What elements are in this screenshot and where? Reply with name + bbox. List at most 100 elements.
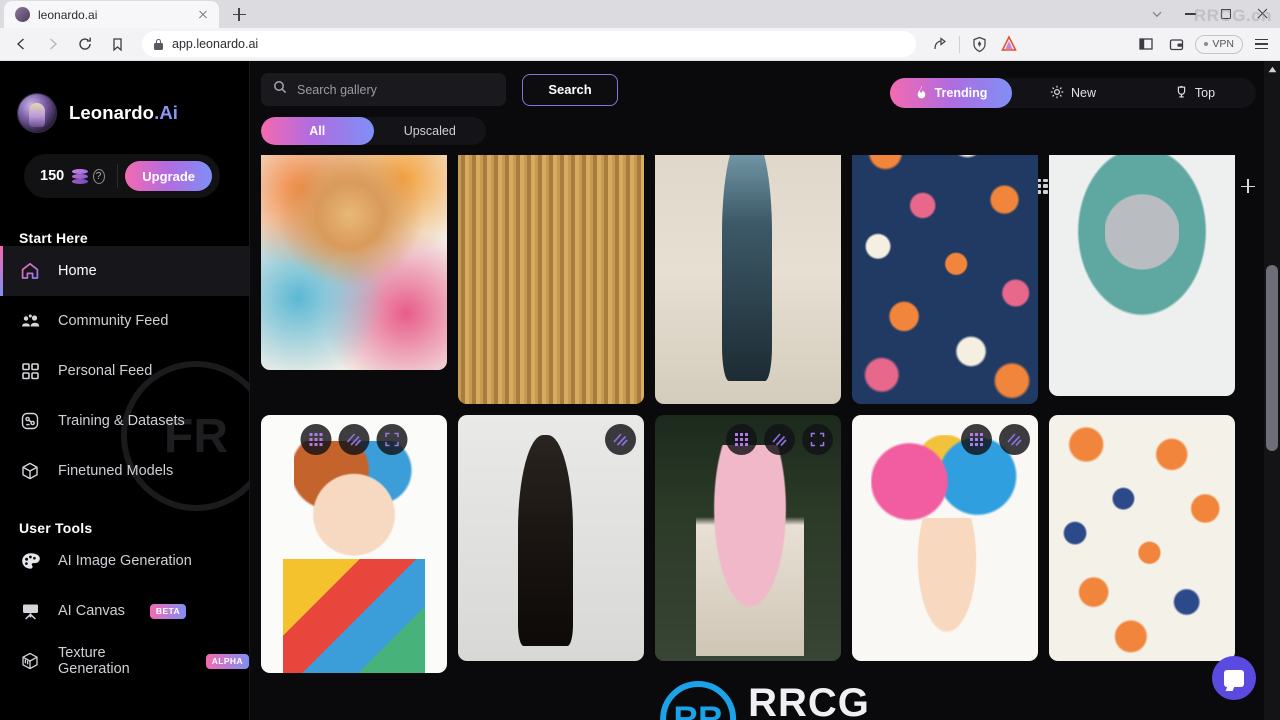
- bookmark-icon[interactable]: [102, 30, 132, 58]
- browser-tab[interactable]: leonardo.ai: [4, 1, 219, 28]
- vertical-scrollbar[interactable]: [1264, 61, 1280, 720]
- brave-shield-icon[interactable]: [965, 30, 993, 58]
- wallet-icon[interactable]: [1162, 30, 1190, 58]
- sort-tab-label: New: [1070, 86, 1096, 100]
- share-icon[interactable]: [926, 30, 954, 58]
- brave-logo-icon[interactable]: [995, 30, 1023, 58]
- chevron-down-icon[interactable]: [1142, 0, 1172, 28]
- variations-icon[interactable]: [999, 424, 1030, 455]
- vpn-status-dot: [1204, 42, 1209, 46]
- credits-amount: 150: [40, 168, 65, 184]
- gallery-card[interactable]: [261, 415, 447, 673]
- brand-name-suffix: .Ai: [154, 102, 179, 123]
- sort-tab-top[interactable]: Top: [1134, 78, 1256, 108]
- sidebar-item-ai-canvas[interactable]: AI Canvas BETA: [0, 586, 249, 636]
- sort-tab-trending[interactable]: Trending: [890, 78, 1012, 108]
- blue-orange-floral-pattern: [1049, 415, 1235, 661]
- vpn-badge[interactable]: VPN: [1195, 34, 1243, 54]
- filter-tab-all[interactable]: All: [261, 117, 374, 145]
- sidebar-item-label: Finetuned Models: [58, 463, 174, 479]
- reload-icon[interactable]: [70, 30, 100, 58]
- scrollbar-thumb[interactable]: [1266, 265, 1278, 451]
- scroll-up-arrow-icon[interactable]: [1264, 61, 1280, 78]
- gallery-toolbar: Search All Upscaled Trending: [250, 61, 1280, 195]
- home-icon: [19, 260, 41, 282]
- sort-tab-new[interactable]: New: [1012, 78, 1134, 108]
- card-action-bar: [961, 424, 1030, 455]
- badge-alpha: ALPHA: [205, 653, 249, 669]
- sidebar-icon[interactable]: [1132, 30, 1160, 58]
- card-action-bar: [300, 424, 408, 455]
- new-tab-icon[interactable]: [225, 1, 253, 28]
- search-gallery-field[interactable]: [261, 73, 506, 106]
- variations-icon[interactable]: [764, 424, 795, 455]
- gallery-grid: [250, 155, 1280, 404]
- gallery-card[interactable]: [1049, 155, 1235, 396]
- sidebar-item-community-feed[interactable]: Community Feed: [0, 296, 249, 346]
- help-circle-icon[interactable]: ?: [92, 168, 105, 184]
- canvas-easel-icon: [19, 600, 41, 622]
- sidebar-item-label: Community Feed: [58, 313, 169, 329]
- card-action-bar: [726, 424, 833, 455]
- lock-icon: [154, 38, 163, 50]
- browser-window: leonardo.ai RRCG.cn app.leonardo.ai VPN …: [0, 0, 1280, 720]
- orange-floral-pattern: [852, 155, 1038, 404]
- gallery-card[interactable]: [1049, 415, 1235, 661]
- gallery-card[interactable]: [852, 155, 1038, 404]
- address-bar[interactable]: app.leonardo.ai: [142, 31, 917, 57]
- upgrade-button[interactable]: Upgrade: [125, 161, 212, 191]
- credits-bar: 150 ? Upgrade: [24, 154, 220, 198]
- brand-logo-block[interactable]: Leonardo.Ai: [0, 61, 249, 132]
- variations-icon[interactable]: [338, 424, 370, 455]
- palette-icon: [19, 550, 41, 572]
- sidebar-item-training-datasets[interactable]: Training & Datasets: [0, 396, 249, 446]
- flame-icon: [915, 85, 928, 102]
- sort-tabs: Trending New Top: [890, 78, 1256, 108]
- search-button[interactable]: Search: [522, 73, 618, 106]
- tab-title: leonardo.ai: [38, 7, 98, 22]
- fullscreen-icon[interactable]: [802, 424, 833, 455]
- gallery-card[interactable]: [458, 155, 644, 404]
- trophy-icon: [1175, 85, 1188, 102]
- close-icon[interactable]: [195, 7, 211, 23]
- fullscreen-icon[interactable]: [376, 424, 408, 455]
- leonardo-app: FR Leonardo.Ai 150 ? Upgrade Start Here: [0, 61, 1280, 720]
- gallery-card[interactable]: [458, 415, 644, 661]
- sidebar-item-finetuned-models[interactable]: Finetuned Models: [0, 446, 249, 496]
- back-arrow-icon[interactable]: [6, 30, 36, 58]
- sidebar-item-label: Personal Feed: [58, 363, 153, 379]
- chat-bubble-icon[interactable]: [1212, 656, 1256, 700]
- minimize-icon[interactable]: [1172, 0, 1208, 28]
- browser-titlebar: leonardo.ai RRCG.cn: [0, 0, 1280, 28]
- search-input[interactable]: [297, 82, 494, 97]
- gallery-card[interactable]: [655, 415, 841, 661]
- variations-icon[interactable]: [605, 424, 636, 455]
- gallery-card[interactable]: [261, 155, 447, 370]
- watercolor-lion-with-sunglasses: [261, 155, 447, 370]
- close-icon[interactable]: [1244, 0, 1280, 28]
- sidebar-item-personal-feed[interactable]: Personal Feed: [0, 346, 249, 396]
- sidebar-item-texture-generation[interactable]: Texture Generation ALPHA: [0, 636, 249, 686]
- hamburger-menu-icon[interactable]: [1248, 30, 1274, 58]
- token-coin-icon: [72, 168, 89, 184]
- filter-tab-upscaled[interactable]: Upscaled: [374, 117, 487, 145]
- sidebar-item-ai-image-generation[interactable]: AI Image Generation: [0, 536, 249, 586]
- remix-icon[interactable]: [726, 424, 757, 455]
- sidebar-heading-start-here: Start Here: [19, 230, 88, 246]
- sort-tab-label: Trending: [934, 86, 988, 100]
- forward-arrow-icon[interactable]: [38, 30, 68, 58]
- gallery-card[interactable]: [852, 415, 1038, 661]
- gallery-card[interactable]: [655, 155, 841, 404]
- sidebar-heading-user-tools: User Tools: [19, 520, 93, 536]
- brand-name-main: Leonardo: [69, 102, 155, 123]
- window-controls: [1142, 0, 1280, 28]
- filter-tabs: All Upscaled: [261, 117, 486, 145]
- filter-row: All Upscaled: [261, 117, 1256, 145]
- remix-icon[interactable]: [300, 424, 332, 455]
- sidebar-item-home[interactable]: Home: [0, 246, 249, 296]
- maximize-icon[interactable]: [1208, 0, 1244, 28]
- training-datasets-icon: [19, 410, 41, 432]
- remix-icon[interactable]: [961, 424, 992, 455]
- browser-toolbar: app.leonardo.ai VPN: [0, 28, 1280, 61]
- gallery-scroll-area[interactable]: [250, 155, 1280, 720]
